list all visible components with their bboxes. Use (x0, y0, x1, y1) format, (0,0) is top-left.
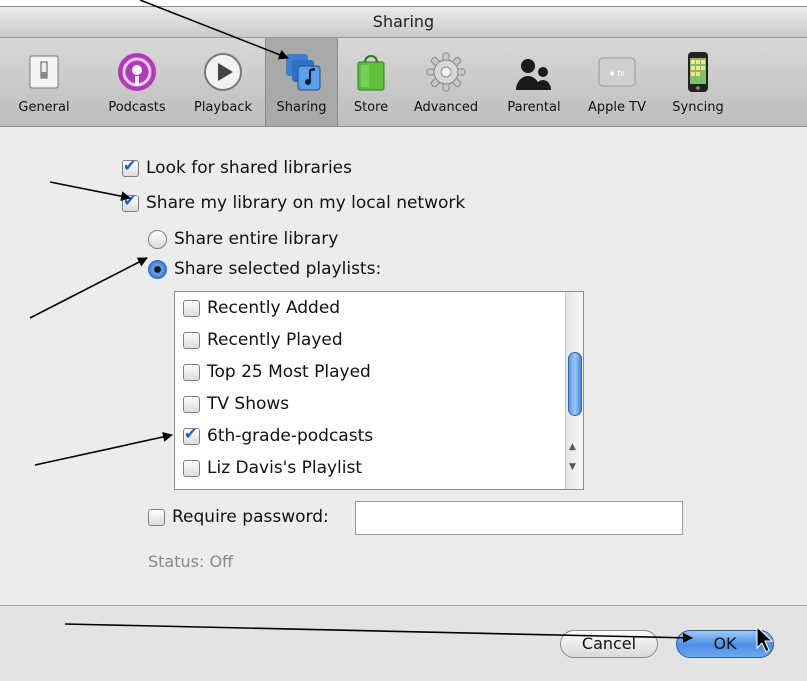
tab-advanced-label: Advanced (413, 100, 479, 115)
share-selected-radio[interactable] (148, 259, 167, 279)
require-password-option[interactable]: Require password: (148, 507, 329, 527)
list-item[interactable]: Recently Added (183, 298, 340, 318)
tab-parental[interactable]: Parental (496, 38, 572, 126)
dialog-button-bar: Cancel OK (0, 605, 807, 681)
tab-syncing[interactable]: Syncing (662, 38, 734, 126)
share-entire-radio[interactable] (148, 229, 167, 249)
playlist-checkbox[interactable] (183, 424, 200, 445)
playlist-label: Liz Davis's Playlist (207, 458, 363, 478)
share-library-option[interactable]: Share my library on my local network (122, 191, 466, 213)
tab-sharing-label: Sharing (276, 100, 327, 115)
tab-playback-label: Playback (193, 100, 252, 115)
playlist-checkbox[interactable] (183, 363, 200, 381)
window-title: Sharing (0, 7, 807, 38)
playlist-label: Recently Added (207, 298, 341, 318)
look-for-shared-option[interactable]: Look for shared libraries (122, 156, 352, 178)
look-for-shared-checkbox[interactable] (122, 156, 139, 177)
sharing-preferences-window: Sharing General Podcasts Playback Sharin… (0, 6, 807, 681)
tab-podcasts-label: Podcasts (108, 100, 166, 115)
shopping-bag-icon (357, 55, 385, 91)
tab-general-label: General (18, 100, 70, 115)
tab-podcasts[interactable]: Podcasts (98, 38, 176, 126)
sharing-status: Status: Off (148, 552, 234, 571)
tab-store-label: Store (353, 100, 389, 115)
list-item[interactable]: TV Shows (183, 394, 289, 414)
share-entire-label: Share entire library (174, 229, 339, 249)
tab-apple-tv[interactable]: ● tv Apple TV (576, 38, 658, 126)
list-item[interactable]: 6th-grade-podcasts (183, 424, 374, 446)
tab-sharing[interactable]: Sharing (265, 38, 338, 126)
preferences-toolbar: General Podcasts Playback Sharing Store … (0, 38, 807, 127)
tab-playback[interactable]: Playback (184, 38, 262, 126)
gear-icon (426, 52, 466, 92)
playlist-checkbox[interactable] (183, 299, 200, 317)
share-library-checkbox[interactable] (122, 191, 139, 212)
parental-icon (516, 59, 551, 90)
share-selected-label: Share selected playlists: (174, 259, 382, 279)
iphone-icon (688, 52, 708, 92)
podcast-icon (118, 53, 156, 91)
play-icon (204, 53, 242, 91)
sharing-pane: Look for shared libraries Share my libra… (0, 127, 807, 605)
list-item[interactable]: Recently Played (183, 330, 343, 350)
list-scrollbar[interactable]: ▲ ▼ (565, 292, 583, 489)
apple-tv-icon: ● tv (598, 57, 636, 87)
playlist-checkbox[interactable] (183, 459, 200, 477)
playlist-list[interactable]: Recently Added Recently Played Top 25 Mo… (174, 291, 584, 490)
list-item[interactable]: Liz Davis's Playlist (183, 458, 362, 478)
scrollbar-thumb[interactable] (568, 352, 582, 416)
tab-advanced[interactable]: Advanced (404, 38, 488, 126)
tab-store[interactable]: Store (344, 38, 398, 126)
sharing-icon (285, 54, 320, 91)
playlist-label: TV Shows (207, 394, 290, 414)
share-entire-option[interactable]: Share entire library (148, 229, 338, 249)
tab-apple-tv-label: Apple TV (588, 100, 646, 115)
playlist-label: Recently Played (207, 330, 343, 350)
playlist-checkbox[interactable] (183, 331, 200, 349)
tab-general[interactable]: General (6, 38, 82, 126)
switch-icon (29, 55, 59, 89)
cancel-button[interactable]: Cancel (560, 630, 658, 658)
list-item[interactable]: Top 25 Most Played (183, 362, 371, 382)
require-password-label: Require password: (172, 507, 329, 527)
scroll-up-icon[interactable]: ▲ (569, 442, 576, 452)
playlist-checkbox[interactable] (183, 395, 200, 413)
ok-button[interactable]: OK (676, 630, 774, 658)
playlist-label: Top 25 Most Played (207, 362, 371, 382)
svg-text:● tv: ● tv (610, 68, 625, 78)
tab-syncing-label: Syncing (672, 100, 724, 115)
playlist-label: 6th-grade-podcasts (207, 426, 374, 446)
tab-parental-label: Parental (507, 100, 561, 115)
scroll-down-icon[interactable]: ▼ (569, 462, 576, 472)
share-selected-option[interactable]: Share selected playlists: (148, 259, 381, 279)
share-library-label: Share my library on my local network (146, 193, 466, 213)
password-field[interactable] (355, 501, 683, 535)
look-for-shared-label: Look for shared libraries (146, 158, 352, 178)
require-password-checkbox[interactable] (148, 508, 165, 526)
